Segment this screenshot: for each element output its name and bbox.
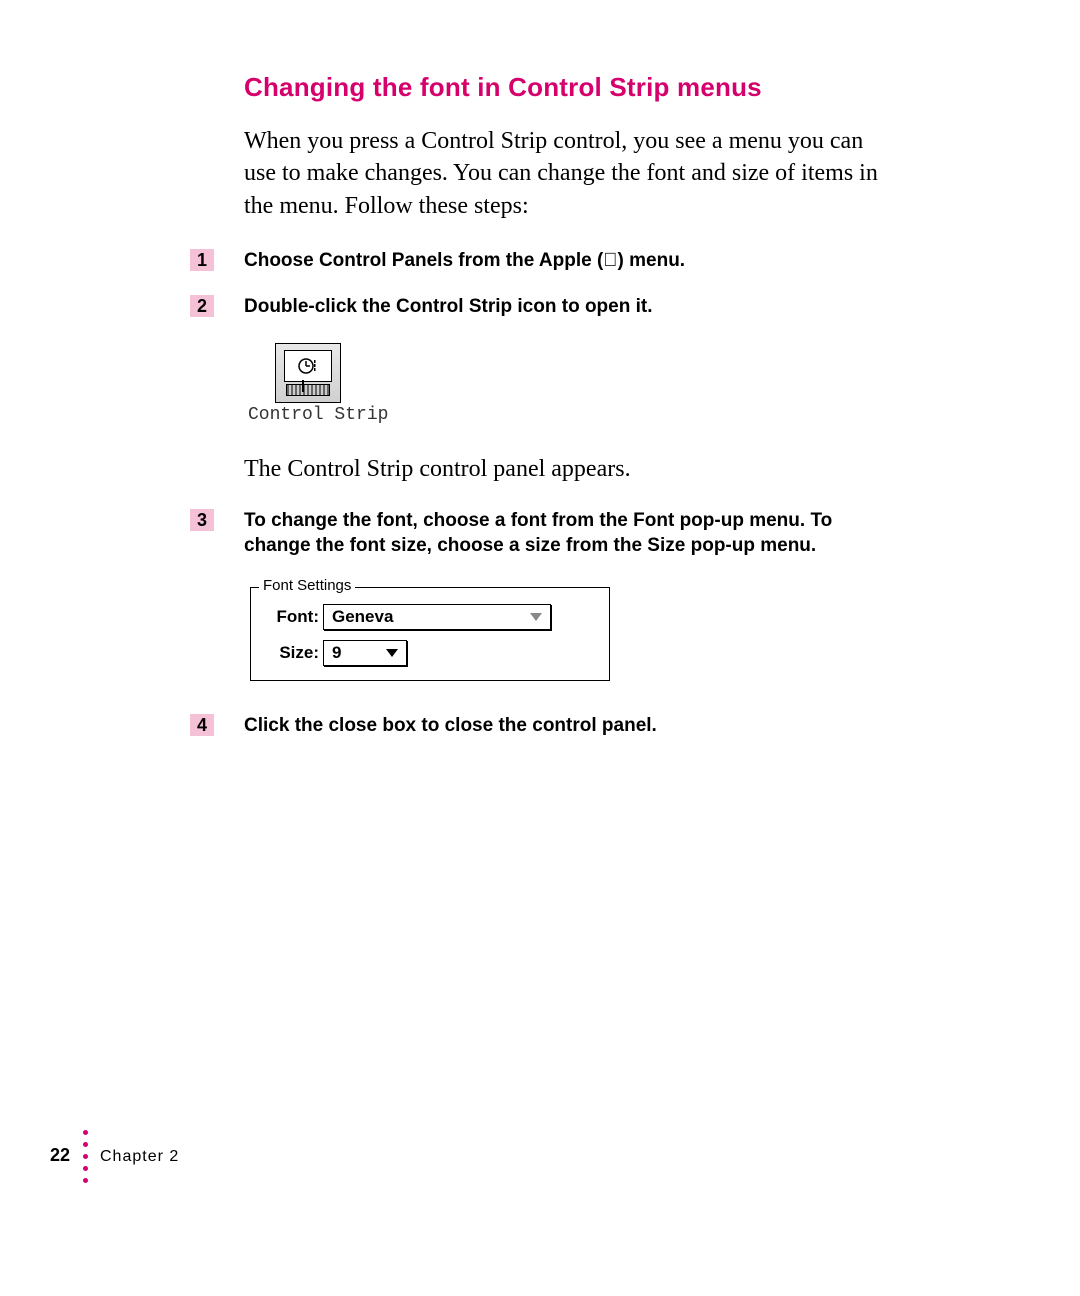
step-4-number: 4 — [190, 714, 214, 736]
step-4: 4 Click the close box to close the contr… — [244, 713, 884, 739]
control-strip-icon[interactable] — [275, 343, 341, 403]
font-settings-panel: Font Settings Font: Geneva Size: 9 — [250, 587, 610, 681]
section-heading: Changing the font in Control Strip menus — [244, 72, 884, 103]
chapter-label: Chapter 2 — [100, 1148, 179, 1166]
chevron-down-icon — [530, 613, 542, 621]
font-label: Font: — [265, 607, 323, 627]
size-row: Size: 9 — [265, 640, 595, 666]
apple-icon:  — [603, 250, 617, 271]
monitor-icon — [284, 350, 332, 382]
size-label: Size: — [265, 643, 323, 663]
font-popup[interactable]: Geneva — [323, 604, 551, 630]
intro-paragraph: When you press a Control Strip control, … — [244, 125, 884, 222]
page-number: 22 — [50, 1145, 70, 1166]
step-1-text: Choose Control Panels from the Apple ()… — [244, 250, 685, 271]
body-after-icon: The Control Strip control panel appears. — [244, 453, 884, 485]
step-1: 1 Choose Control Panels from the Apple (… — [244, 248, 884, 274]
size-popup[interactable]: 9 — [323, 640, 407, 666]
step-1-number: 1 — [190, 249, 214, 271]
main-content: Changing the font in Control Strip menus… — [244, 72, 884, 759]
step-3: 3 To change the font, choose a font from… — [244, 508, 884, 559]
step-4-text: Click the close box to close the control… — [244, 715, 657, 736]
step-2: 2 Double-click the Control Strip icon to… — [244, 294, 884, 320]
step-2-text: Double-click the Control Strip icon to o… — [244, 296, 653, 317]
page: Changing the font in Control Strip menus… — [0, 0, 1080, 1296]
font-value: Geneva — [332, 607, 393, 627]
control-strip-icon-block: Control Strip — [248, 343, 368, 425]
step-1-text-after: ) menu. — [618, 250, 686, 271]
font-settings-legend: Font Settings — [259, 577, 355, 594]
step-2-number: 2 — [190, 295, 214, 317]
clock-arrow-icon — [297, 356, 319, 376]
step-3-text: To change the font, choose a font from t… — [244, 510, 832, 557]
step-3-number: 3 — [190, 509, 214, 531]
step-1-text-before: Choose Control Panels from the Apple ( — [244, 250, 603, 271]
monitor-base-icon — [286, 384, 330, 396]
control-strip-caption: Control Strip — [248, 405, 368, 425]
font-row: Font: Geneva — [265, 604, 595, 630]
footer-dots — [83, 1130, 89, 1190]
chevron-down-icon — [386, 649, 398, 657]
size-value: 9 — [332, 643, 341, 663]
